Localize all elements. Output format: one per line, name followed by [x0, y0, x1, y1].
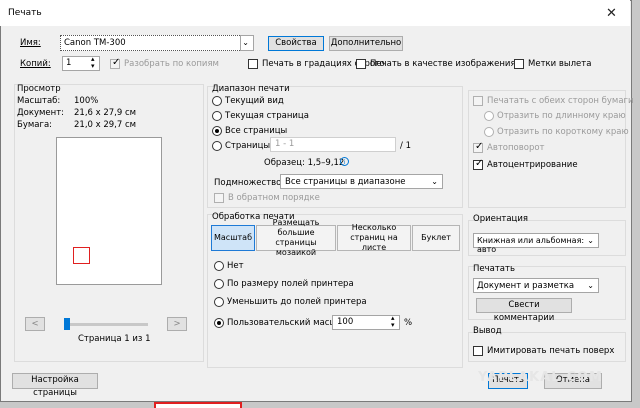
shrink-margins-label: Уменьшить до полей принтера: [227, 297, 367, 307]
printer-name-label: Имя:: [20, 38, 41, 48]
scale-none-label: Нет: [227, 261, 244, 271]
collate-checkbox[interactable]: [110, 57, 120, 69]
scale-none-radio[interactable]: [214, 261, 224, 271]
print-range-label: Диапазон печати: [212, 84, 290, 94]
current-view-radio[interactable]: [212, 96, 222, 106]
page-setup-button[interactable]: Настройка страницы: [12, 373, 98, 398]
fit-margins-label: По размеру полей принтера: [227, 279, 354, 289]
crop-marks-label: Метки вылета: [528, 59, 592, 69]
properties-button[interactable]: Свойства: [268, 36, 324, 51]
pages-label: Страницы:: [225, 141, 273, 151]
subset-label: Подмножество:: [214, 178, 285, 188]
copies-value: 1: [66, 58, 72, 68]
grayscale-label: Печать в градациях серого: [262, 59, 385, 69]
both-sides-checkbox[interactable]: [473, 96, 483, 106]
page-preview: [56, 137, 162, 285]
percent-sign: %: [404, 318, 413, 328]
orientation-select[interactable]: Книжная или альбомная: авто ⌄: [473, 233, 599, 254]
info-icon[interactable]: i: [340, 157, 349, 166]
orientation-select-value: Книжная или альбомная: авто: [477, 236, 585, 254]
current-page-label: Текущая страница: [225, 111, 309, 121]
all-pages-radio[interactable]: [212, 126, 222, 136]
print-what-select-value: Документ и разметка: [477, 281, 575, 291]
tab-size[interactable]: Масштаб: [211, 225, 255, 251]
custom-scale-radio[interactable]: [214, 318, 224, 328]
copies-input[interactable]: 1 ▴ ▾: [62, 55, 100, 71]
copies-label: Копий:: [20, 59, 51, 69]
title-bar: [0, 0, 630, 26]
auto-center-checkbox[interactable]: [473, 158, 483, 170]
tab-multiple[interactable]: Несколько страниц на листе: [337, 223, 411, 252]
short-edge-label: Отразить по короткому краю: [497, 127, 629, 137]
simulate-overprint-label: Имитировать печать поверх: [487, 346, 615, 356]
long-edge-radio[interactable]: [484, 111, 494, 121]
pages-input-placeholder: 1 - 1: [275, 139, 295, 149]
auto-rotate-checkbox[interactable]: [473, 141, 483, 153]
auto-center-label: Автоцентрирование: [487, 160, 578, 170]
pages-sample-hint: Образец: 1,5–9,12: [264, 158, 345, 168]
reverse-order-checkbox[interactable]: [214, 193, 224, 203]
current-page-radio[interactable]: [212, 111, 222, 121]
preview-scale-label: Масштаб:: [17, 96, 61, 106]
page-slider-thumb[interactable]: [64, 318, 70, 330]
output-label: Вывод: [473, 326, 502, 336]
pages-total: / 1: [400, 141, 411, 151]
stepper-down-icon[interactable]: ▾: [91, 62, 95, 70]
current-view-label: Текущий вид: [225, 96, 284, 106]
preview-content-box: [73, 247, 90, 264]
auto-rotate-label: Автоповорот: [487, 143, 545, 153]
stepper-down-icon[interactable]: ▾: [391, 321, 395, 329]
print-as-image-label: Печать в качестве изображения: [370, 59, 516, 69]
printer-select[interactable]: Canon TM-300: [60, 35, 254, 51]
chevron-down-icon: ⌄: [242, 38, 249, 47]
prev-page-button[interactable]: <: [25, 317, 45, 331]
crop-marks-checkbox[interactable]: [514, 59, 524, 69]
preview-document-value: 21,6 x 27,9 см: [74, 108, 137, 118]
tab-booklet[interactable]: Буклет: [412, 225, 460, 251]
reverse-order-label: В обратном порядке: [228, 193, 320, 203]
printer-dropdown[interactable]: ⌄: [240, 35, 254, 51]
preview-scale-value: 100%: [74, 96, 99, 106]
subset-select[interactable]: Все страницы в диапазоне ⌄: [280, 174, 443, 189]
chevron-down-icon: ⌄: [587, 281, 594, 290]
grayscale-checkbox[interactable]: [248, 59, 258, 69]
page-indicator: Страница 1 из 1: [78, 334, 151, 344]
summarize-comments-button[interactable]: Свести комментарии: [476, 298, 572, 323]
subset-select-value: Все страницы в диапазоне: [285, 177, 406, 187]
page-slider-track[interactable]: [64, 323, 148, 326]
collate-label: Разобрать по копиям: [124, 59, 219, 69]
shrink-margins-radio[interactable]: [214, 297, 224, 307]
orientation-label: Ориентация: [473, 214, 528, 224]
watermark: YAPLAKAL.COM: [478, 370, 603, 385]
custom-scale-value: 100: [337, 317, 354, 327]
both-sides-label: Печатать с обеих сторон бумаги: [487, 96, 634, 106]
preview-paper-label: Бумага:: [17, 120, 53, 130]
close-icon[interactable]: ✕: [606, 6, 617, 21]
simulate-overprint-checkbox[interactable]: [473, 346, 483, 356]
tab-poster[interactable]: Размещать большие страницы мозаикой: [256, 218, 336, 257]
chevron-down-icon: ⌄: [431, 177, 438, 186]
preview-document-label: Документ:: [17, 108, 65, 118]
custom-scale-input[interactable]: 100 ▴ ▾: [332, 314, 400, 330]
printer-select-value: Canon TM-300: [64, 38, 126, 48]
print-what-select[interactable]: Документ и разметка ⌄: [473, 278, 599, 293]
all-pages-label: Все страницы: [225, 126, 288, 136]
next-page-button[interactable]: >: [167, 317, 187, 331]
short-edge-radio[interactable]: [484, 127, 494, 137]
preview-group-label: Просмотр: [17, 84, 61, 94]
advanced-button[interactable]: Дополнительно: [329, 36, 403, 51]
chevron-down-icon: ⌄: [587, 236, 594, 245]
fit-margins-radio[interactable]: [214, 279, 224, 289]
long-edge-label: Отразить по длинному краю: [497, 111, 626, 121]
preview-paper-value: 21,0 x 29,7 см: [74, 120, 137, 130]
pages-input[interactable]: 1 - 1: [270, 137, 396, 152]
window-title: Печать: [8, 8, 42, 18]
background-page-fragment: [154, 402, 242, 408]
print-as-image-checkbox[interactable]: [356, 59, 366, 69]
pages-radio[interactable]: [212, 141, 222, 151]
print-what-label: Печатать: [473, 264, 515, 274]
